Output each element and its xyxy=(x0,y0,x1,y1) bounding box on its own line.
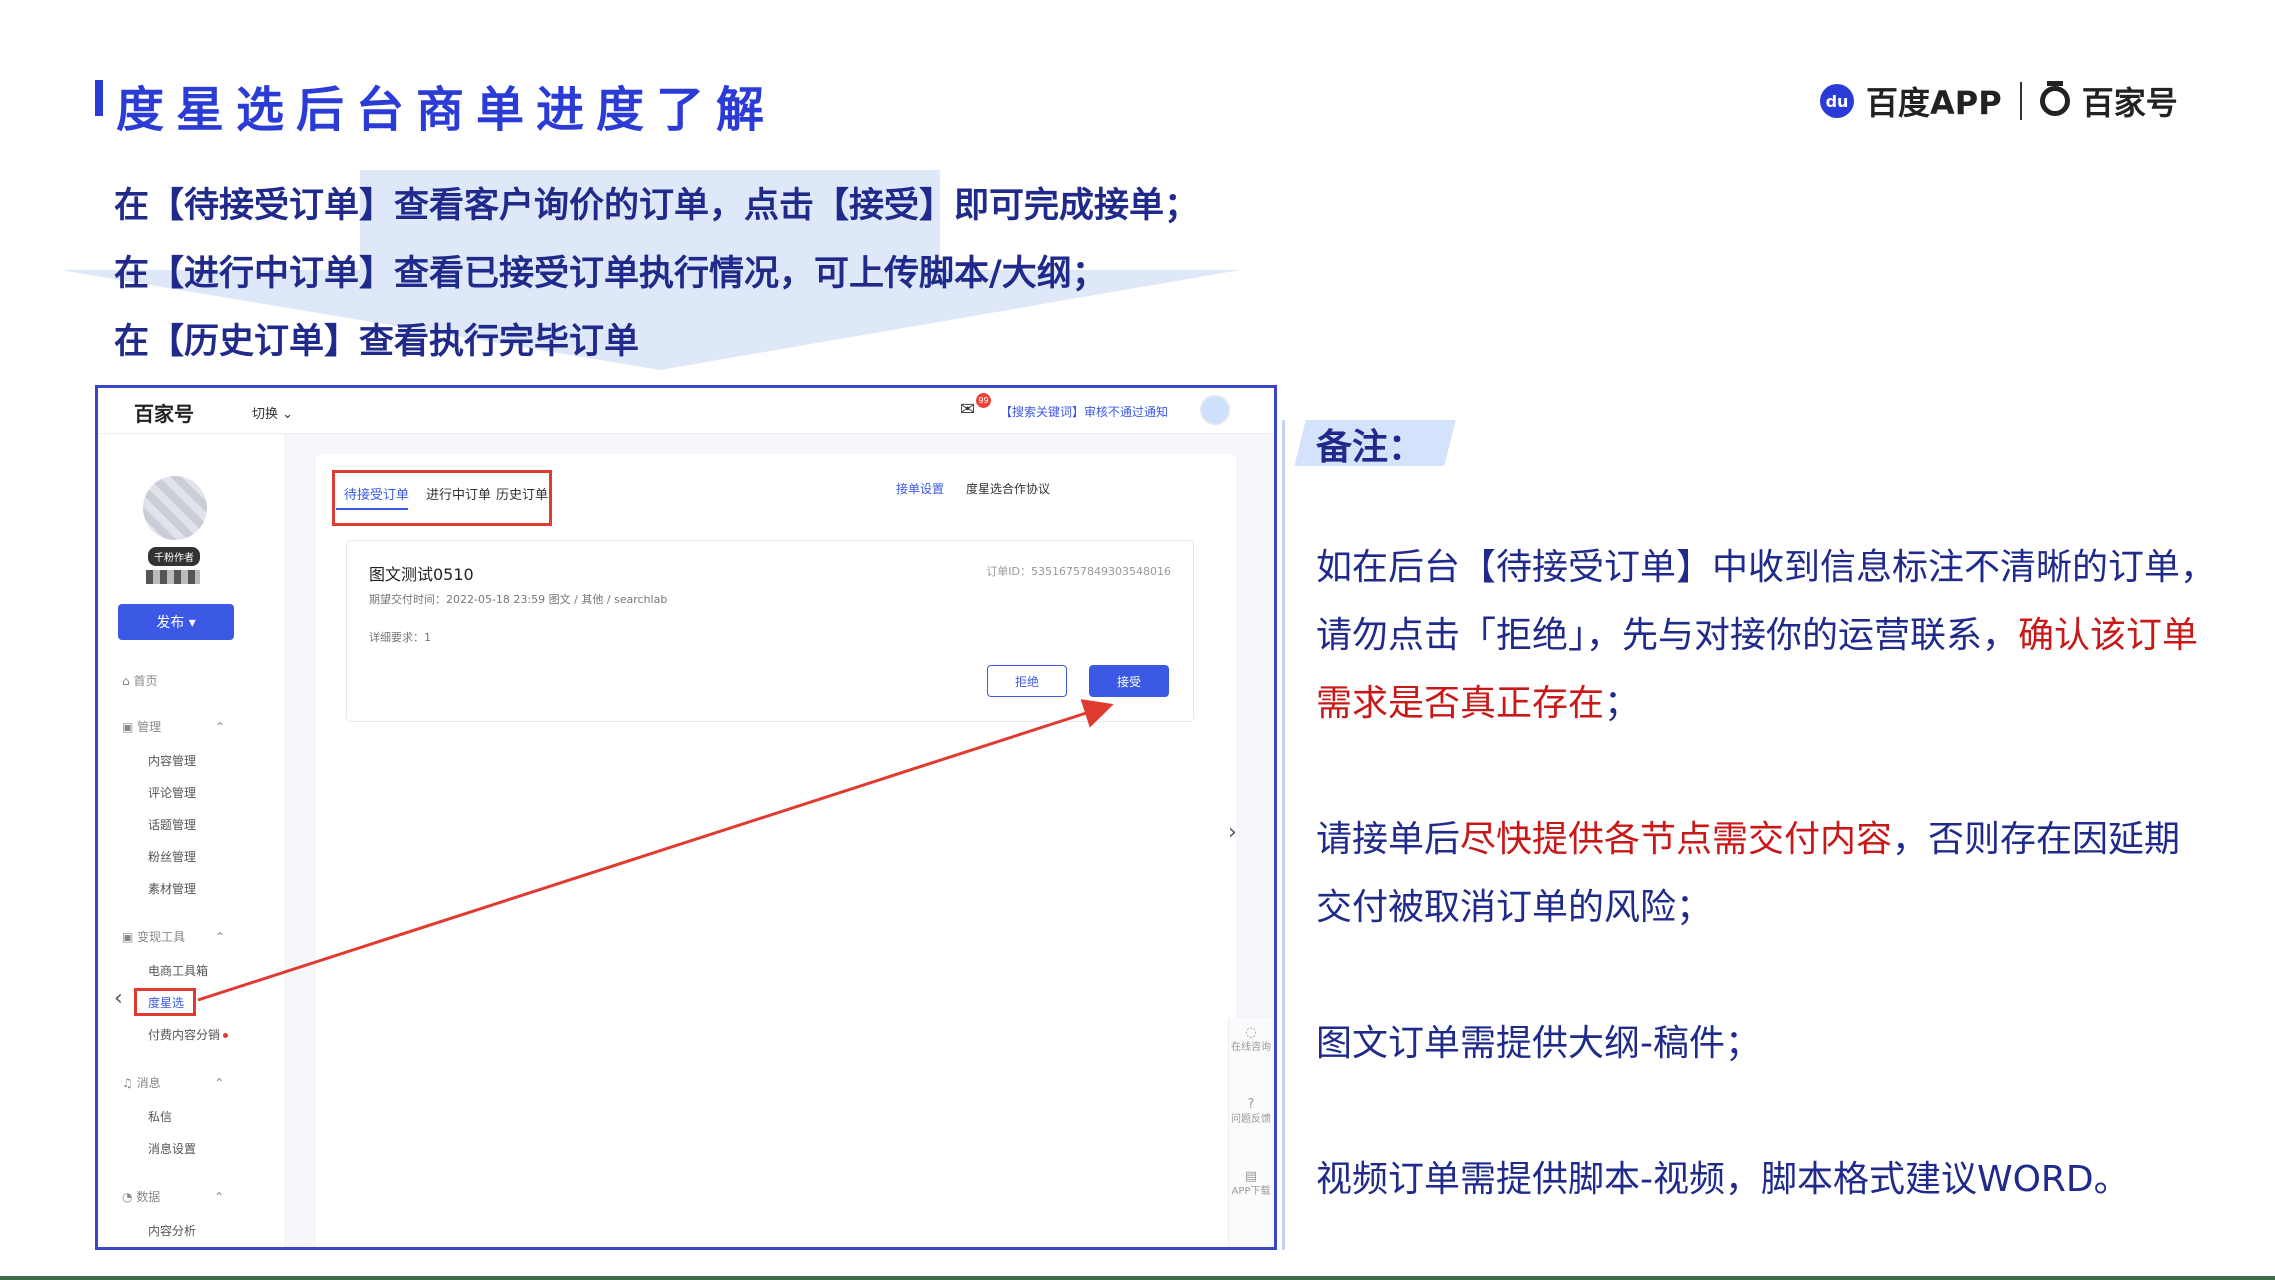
page-title: 度星选后台商单进度了解 xyxy=(116,82,777,138)
brand-logos: du 百度APP 百家号 xyxy=(1820,78,2178,124)
user-avatar[interactable] xyxy=(1200,395,1230,425)
top-bar: 百家号 切换 ⌄ ✉ 99 【搜索关键词】审核不通过通知 xyxy=(98,388,1274,434)
panel-divider xyxy=(1282,420,1285,1250)
sidebar-item-home[interactable]: ⌂ 首页 xyxy=(122,672,157,689)
order-settings-link[interactable]: 接单设置 xyxy=(896,480,944,497)
order-title: 图文测试0510 xyxy=(369,565,474,584)
order-requirement: 详细要求：1 xyxy=(369,631,431,644)
new-dot xyxy=(223,1033,229,1038)
sidebar-item-ecommerce[interactable]: 电商工具箱 xyxy=(148,962,208,979)
sidebar-group-monetize[interactable]: ▣ 变现工具 ⌃ xyxy=(122,928,225,945)
intro-text: 在【待接受订单】查看客户询价的订单，点击【接受】即可完成接单； 在【进行中订单】… xyxy=(114,172,1199,376)
remark-notes: 如在后台【待接受订单】中收到信息标注不清晰的订单，请勿点击「拒绝」，先与对接你的… xyxy=(1316,534,2216,1280)
sidebar-group-manage[interactable]: ▣ 管理 ⌃ xyxy=(122,718,225,735)
callout-box-tabs xyxy=(332,470,552,526)
title-accent-bar xyxy=(95,80,103,116)
chat-icon: ◌ xyxy=(1245,1025,1257,1040)
order-meta: 期望交付时间：2022-05-18 23:59 图文 / 其他 / search… xyxy=(369,593,668,606)
baidu-app-label: 百度APP xyxy=(1866,84,2002,122)
intro-line-2: 在【进行中订单】查看已接受订单执行情况，可上传脚本/大纲； xyxy=(114,254,1107,294)
notice-link[interactable]: 【搜索关键词】审核不通过通知 xyxy=(1000,403,1168,420)
collapse-chevron-icon[interactable]: ‹ xyxy=(114,986,123,1011)
sidebar-item-topics[interactable]: 话题管理 xyxy=(148,816,196,833)
footer-line xyxy=(0,1276,2275,1280)
sidebar-item-comments[interactable]: 评论管理 xyxy=(148,784,196,801)
backend-screenshot: 百家号 切换 ⌄ ✉ 99 【搜索关键词】审核不通过通知 千粉作者 发布 ▾ ⌂… xyxy=(95,385,1277,1250)
app-download-button[interactable]: ▤ APP下载 xyxy=(1229,1170,1273,1198)
note-2: 请接单后尽快提供各节点需交付内容，否则存在因延期交付被取消订单的风险； xyxy=(1316,819,2181,928)
reject-button[interactable]: 拒绝 xyxy=(987,665,1067,697)
agreement-link[interactable]: 度星选合作协议 xyxy=(966,480,1050,497)
mail-count-badge: 99 xyxy=(976,393,991,408)
author-level-badge: 千粉作者 xyxy=(148,547,200,566)
publish-button[interactable]: 发布 ▾ xyxy=(118,604,234,640)
feedback-button[interactable]: ? 问题反馈 xyxy=(1229,1098,1273,1126)
intro-line-1: 在【待接受订单】查看客户询价的订单，点击【接受】即可完成接单； xyxy=(114,186,1200,226)
expand-chevron-icon[interactable]: › xyxy=(1228,820,1237,845)
baijiahao-logo[interactable]: 百家号 xyxy=(134,398,194,427)
online-consult-button[interactable]: ◌ 在线咨询 xyxy=(1229,1026,1273,1054)
author-name-blurred xyxy=(146,570,200,584)
sidebar-item-fans[interactable]: 粉丝管理 xyxy=(148,848,196,865)
baijiahao-logo-icon xyxy=(2039,81,2070,116)
app-icon: ▤ xyxy=(1244,1169,1258,1184)
sidebar-item-content[interactable]: 内容管理 xyxy=(148,752,196,769)
baijiahao-label: 百家号 xyxy=(2081,84,2178,122)
mail-icon[interactable]: ✉ xyxy=(960,399,975,420)
sidebar: 千粉作者 发布 ▾ ⌂ 首页 ▣ 管理 ⌃ 内容管理 评论管理 话题管理 粉丝管… xyxy=(98,434,284,1247)
slide: 度星选后台商单进度了解 du 百度APP 百家号 在【待接受订单】查看客户询价的… xyxy=(0,0,2275,1280)
brand-divider xyxy=(2019,82,2022,120)
author-avatar xyxy=(143,476,207,540)
order-id: 订单ID：5351675784930354801­6 xyxy=(986,565,1171,578)
note-3: 图文订单需提供大纲-稿件； xyxy=(1316,1023,1761,1064)
note-1: 如在后台【待接受订单】中收到信息标注不清晰的订单，请勿点击「拒绝」，先与对接你的… xyxy=(1316,547,2217,724)
sidebar-item-content-analysis[interactable]: 内容分析 xyxy=(148,1222,196,1239)
accept-button[interactable]: 接受 xyxy=(1089,665,1169,697)
order-card: 图文测试0510 期望交付时间：2022-05-18 23:59 图文 / 其他… xyxy=(346,540,1194,722)
sidebar-item-materials[interactable]: 素材管理 xyxy=(148,880,196,897)
callout-box-duxingxuan xyxy=(134,988,196,1016)
intro-line-3: 在【历史订单】查看执行完毕订单 xyxy=(114,322,640,362)
order-panel: 待接受订单 进行中订单 历史订单 接单设置 度星选合作协议 图文测试0510 期… xyxy=(316,454,1236,1247)
question-icon: ? xyxy=(1247,1097,1255,1112)
sidebar-group-message[interactable]: ♫ 消息 ⌃ xyxy=(122,1074,224,1091)
remark-label: 备注： xyxy=(1316,427,1425,468)
floating-toolbar: ◌ 在线咨询 ? 问题反馈 ▤ APP下载 xyxy=(1228,1018,1273,1247)
note-4: 视频订单需提供脚本-视频，脚本格式建议WORD。 xyxy=(1316,1159,2130,1200)
baidu-paw-icon: du xyxy=(1820,84,1854,118)
sidebar-item-msg-settings[interactable]: 消息设置 xyxy=(148,1140,196,1157)
sidebar-group-data[interactable]: ◔ 数据 ⌃ xyxy=(122,1188,224,1205)
sidebar-item-private-msg[interactable]: 私信 xyxy=(148,1108,172,1125)
switch-dropdown[interactable]: 切换 ⌄ xyxy=(252,403,293,422)
sidebar-item-paid-distribution[interactable]: 付费内容分销 xyxy=(148,1026,229,1043)
